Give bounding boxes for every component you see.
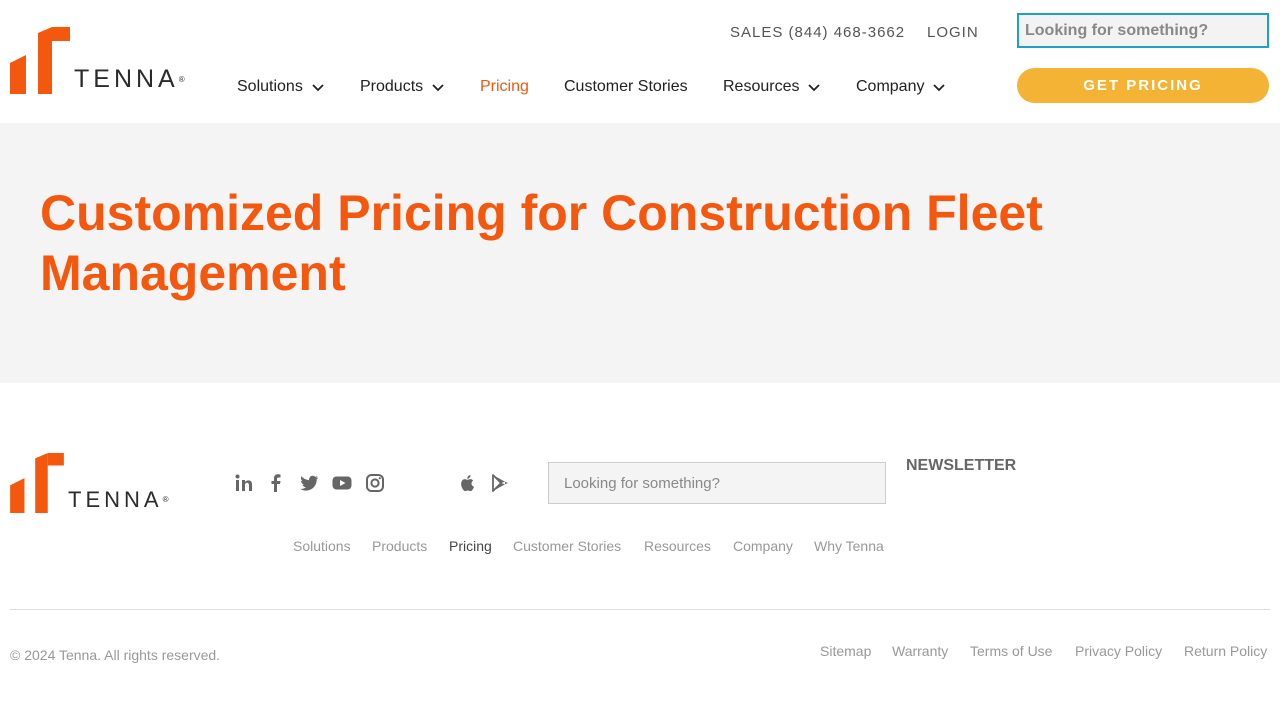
nav-item-products[interactable]: Products	[360, 78, 445, 96]
facebook-icon[interactable]	[266, 473, 286, 493]
footer-link-terms-of-use[interactable]: Terms of Use	[970, 643, 1052, 659]
login-link[interactable]: LOGIN	[927, 24, 979, 41]
chevron-down-icon	[933, 84, 946, 92]
sales-phone-link[interactable]: SALES (844) 468-3662	[730, 24, 905, 41]
tenna-logo-mark-icon	[10, 453, 64, 513]
instagram-icon[interactable]	[365, 473, 385, 493]
footer-tenna-logo[interactable]: TENNA®	[10, 453, 168, 513]
footer-search-input[interactable]	[548, 462, 886, 504]
footer-link-warranty[interactable]: Warranty	[892, 643, 948, 659]
page-title: Customized Pricing for Construction Flee…	[40, 185, 1043, 301]
newsletter-heading: NEWSLETTER	[906, 457, 1017, 474]
footer-nav-why-tenna[interactable]: Why Tenna	[814, 538, 884, 554]
nav-item-customer-stories[interactable]: Customer Stories	[564, 78, 688, 96]
chevron-down-icon	[808, 84, 821, 92]
chevron-down-icon	[312, 84, 324, 92]
copyright-text: © 2024 Tenna. All rights reserved.	[10, 647, 221, 663]
youtube-icon[interactable]	[332, 473, 352, 493]
footer-nav-resources[interactable]: Resources	[644, 538, 711, 554]
chevron-down-icon	[432, 84, 444, 92]
main-nav: Solutions Products Pricing Customer Stor…	[0, 78, 1000, 98]
footer-link-return-policy[interactable]: Return Policy	[1184, 643, 1267, 659]
linkedin-icon[interactable]	[234, 473, 254, 493]
footer-nav-customer-stories[interactable]: Customer Stories	[513, 538, 621, 554]
footer-nav-solutions[interactable]: Solutions	[293, 538, 351, 554]
nav-item-resources[interactable]: Resources	[723, 78, 821, 96]
footer-divider	[10, 609, 1270, 610]
nav-item-pricing[interactable]: Pricing	[480, 78, 529, 96]
footer-nav-products[interactable]: Products	[372, 538, 427, 554]
header-search-input[interactable]	[1017, 13, 1269, 48]
footer-nav-company[interactable]: Company	[733, 538, 793, 554]
nav-item-solutions[interactable]: Solutions	[237, 78, 325, 96]
logo-wordmark: TENNA®	[68, 487, 169, 512]
apple-icon[interactable]	[457, 473, 477, 493]
site-header: TENNA® SALES (844) 468-3662 LOGIN Soluti…	[0, 0, 1280, 123]
footer-link-sitemap[interactable]: Sitemap	[820, 643, 871, 659]
hero-section: Customized Pricing for Construction Flee…	[0, 123, 1280, 383]
twitter-icon[interactable]	[299, 473, 319, 493]
get-pricing-button[interactable]: GET PRICING	[1017, 68, 1269, 103]
footer-nav-pricing[interactable]: Pricing	[449, 538, 492, 554]
google-play-icon[interactable]	[490, 473, 510, 493]
footer-link-privacy-policy[interactable]: Privacy Policy	[1075, 643, 1162, 659]
nav-item-company[interactable]: Company	[856, 78, 946, 96]
